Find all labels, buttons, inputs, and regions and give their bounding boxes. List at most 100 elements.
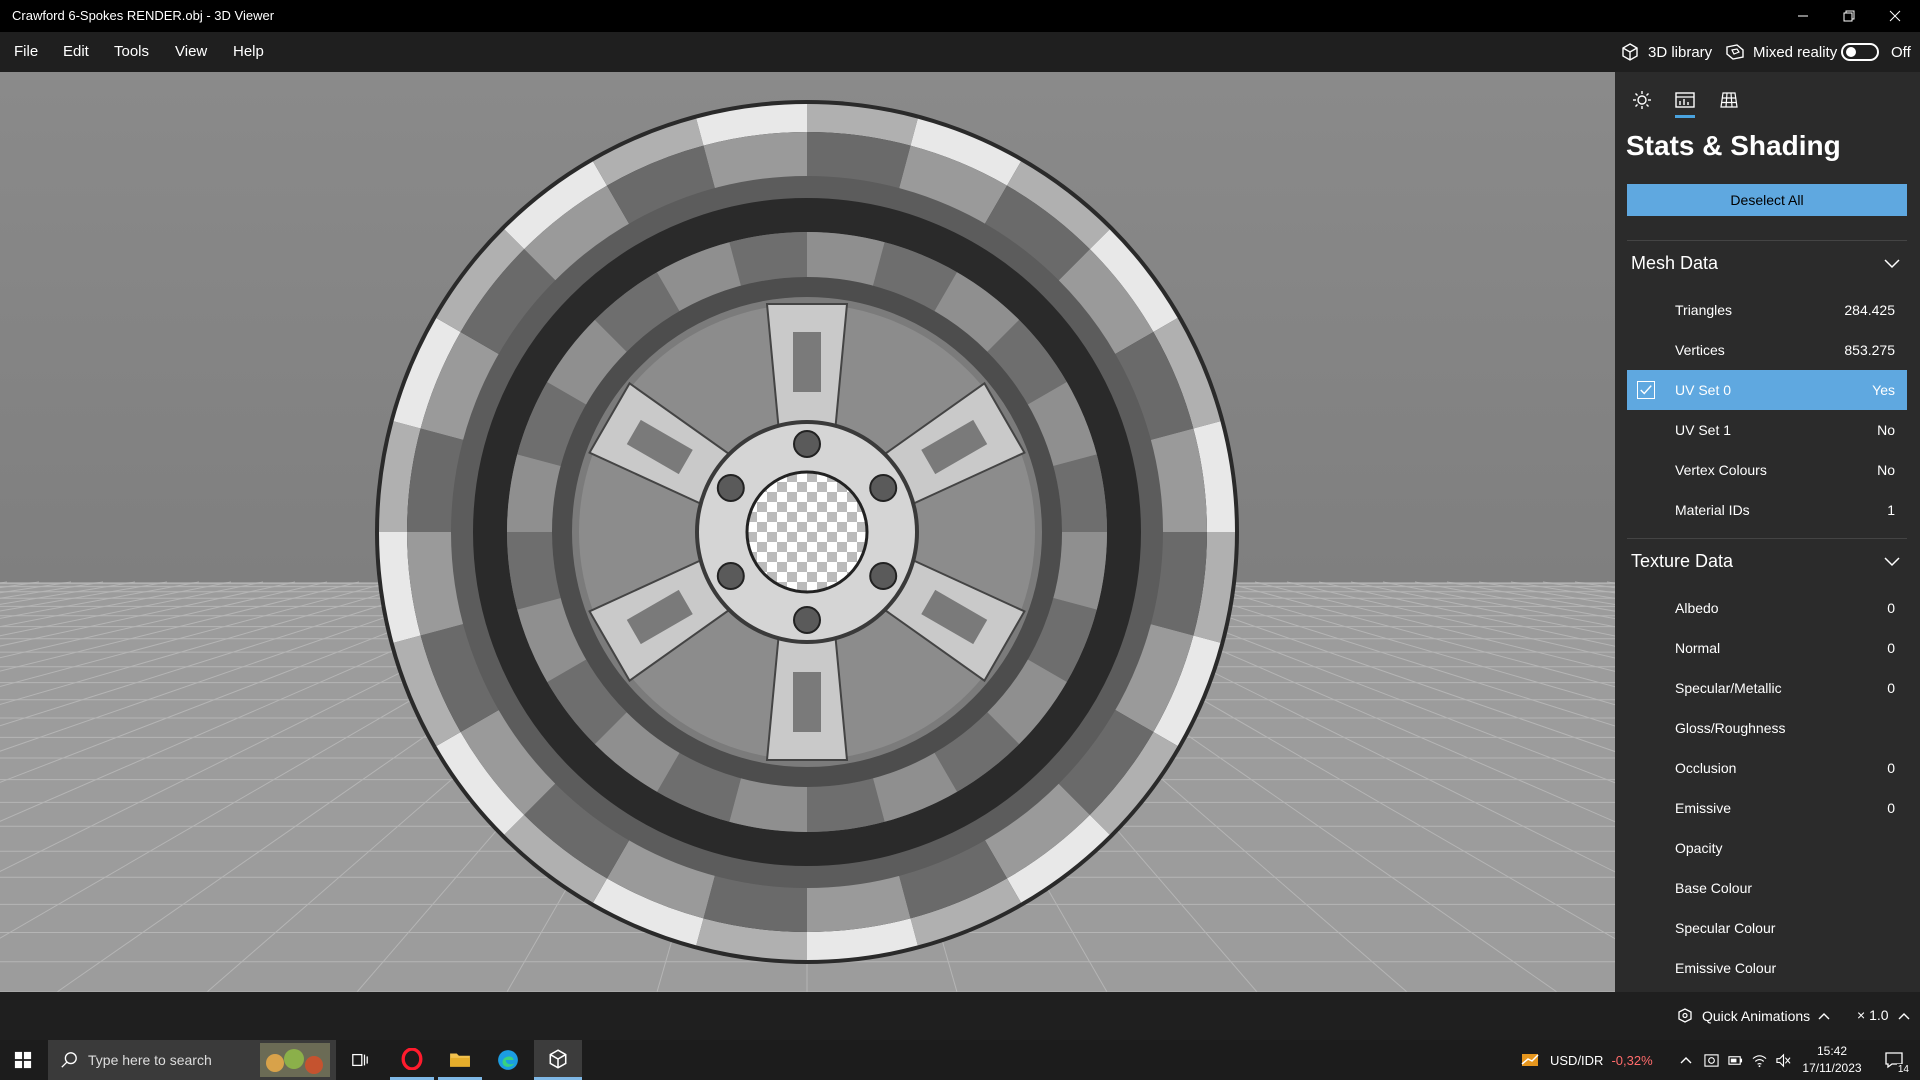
currency-widget[interactable]: USD/IDR -0,32% — [1520, 1040, 1653, 1080]
chevron-down-icon — [1884, 259, 1900, 269]
camera-icon — [1704, 1053, 1719, 1067]
texture-data-header[interactable]: Texture Data — [1615, 539, 1920, 587]
tab-lighting[interactable] — [1622, 82, 1662, 118]
menu-file[interactable]: File — [14, 32, 38, 72]
uv-checkbox[interactable] — [1637, 381, 1655, 399]
row-label: Gloss/Roughness — [1675, 720, 1786, 736]
mixed-reality-button[interactable]: Mixed reality — [1725, 32, 1837, 72]
wheel-render — [0, 100, 1615, 992]
clock-time: 15:42 — [1816, 1044, 1848, 1058]
row-label: UV Set 1 — [1675, 422, 1732, 438]
mesh-row-vertices[interactable]: Vertices 853.275 — [1627, 330, 1907, 370]
texture-row-normal[interactable]: Normal 0 — [1627, 628, 1907, 668]
taskbar-3d-viewer[interactable] — [534, 1040, 582, 1080]
menu-edit[interactable]: Edit — [63, 32, 89, 72]
search-placeholder: Type here to search — [88, 1052, 212, 1068]
close-button[interactable] — [1872, 0, 1918, 32]
wifi-icon — [1752, 1054, 1767, 1067]
notification-count: 14 — [1896, 1064, 1910, 1075]
mesh-row-uv-set-1[interactable]: UV Set 1 No — [1627, 410, 1907, 450]
row-label: Vertex Colours — [1675, 462, 1767, 478]
row-value: 0 — [1887, 800, 1895, 816]
currency-chart-icon — [1521, 1054, 1539, 1066]
taskbar-clock[interactable]: 15:42 17/11/2023 — [1800, 1043, 1864, 1077]
row-label: Triangles — [1675, 302, 1733, 318]
opera-icon — [401, 1047, 423, 1070]
mixed-reality-label: Mixed reality — [1753, 43, 1838, 61]
texture-row-albedo[interactable]: Albedo 0 — [1627, 588, 1907, 628]
tab-grid[interactable] — [1709, 82, 1749, 118]
texture-row-emissive-colour[interactable]: Emissive Colour — [1627, 948, 1907, 988]
tab-stats-shading[interactable] — [1665, 82, 1705, 118]
3d-library-button[interactable]: 3D library — [1620, 32, 1712, 72]
stats-panel: Stats & Shading Deselect All Mesh Data T… — [1615, 72, 1920, 992]
row-value: 0 — [1887, 760, 1895, 776]
row-label: Vertices — [1675, 342, 1725, 358]
row-value: 1 — [1887, 502, 1895, 518]
row-value: No — [1877, 462, 1895, 478]
3d-viewport[interactable] — [0, 72, 1615, 992]
menu-view[interactable]: View — [175, 32, 207, 72]
notifications-button[interactable]: 14 — [1872, 1040, 1916, 1080]
row-label: Occlusion — [1675, 760, 1737, 776]
mesh-row-uv-set-0[interactable]: UV Set 0 Yes — [1627, 370, 1907, 410]
currency-pair: USD/IDR — [1550, 1052, 1604, 1068]
status-bar: Quick Animations × 1.0 — [0, 992, 1920, 1040]
row-label: Normal — [1675, 640, 1721, 656]
system-tray[interactable] — [1680, 1040, 1791, 1080]
search-icon — [61, 1052, 77, 1068]
mesh-row-vertex-colours[interactable]: Vertex Colours No — [1627, 450, 1907, 490]
start-button[interactable] — [0, 1040, 46, 1080]
row-value: 284.425 — [1844, 302, 1895, 318]
cube-icon — [549, 1048, 567, 1069]
quick-animations-label: Quick Animations — [1702, 1008, 1811, 1024]
row-value: 0 — [1887, 680, 1895, 696]
minimize-icon — [1798, 15, 1808, 17]
taskbar-opera[interactable] — [390, 1040, 434, 1080]
mesh-data-header[interactable]: Mesh Data — [1615, 241, 1920, 289]
restore-icon — [1843, 10, 1855, 22]
menu-tools[interactable]: Tools — [114, 32, 149, 72]
mesh-data-label: Mesh Data — [1631, 253, 1719, 273]
texture-row-base-colour[interactable]: Base Colour — [1627, 868, 1907, 908]
taskbar-file-explorer[interactable] — [438, 1040, 482, 1080]
minimize-button[interactable] — [1780, 0, 1826, 32]
folder-icon — [450, 1053, 470, 1067]
toggle-state-label: Off — [1891, 43, 1911, 61]
texture-row-specular-colour[interactable]: Specular Colour — [1627, 908, 1907, 948]
texture-row-gloss-roughness[interactable]: Gloss/Roughness — [1627, 708, 1907, 748]
row-label: Opacity — [1675, 840, 1723, 856]
mesh-row-material-ids[interactable]: Material IDs 1 — [1627, 490, 1907, 530]
texture-row-specular-metallic[interactable]: Specular/Metallic 0 — [1627, 668, 1907, 708]
row-value: Yes — [1872, 382, 1895, 398]
stats-icon — [1675, 92, 1695, 108]
menu-help[interactable]: Help — [233, 32, 264, 72]
taskbar-edge[interactable] — [486, 1040, 530, 1080]
taskbar: Type here to search USD/IDR -0,32% 15:42… — [0, 1040, 1920, 1080]
taskbar-search[interactable]: Type here to search — [48, 1040, 336, 1080]
mixed-reality-toggle[interactable] — [1841, 43, 1879, 61]
texture-row-emissive[interactable]: Emissive 0 — [1627, 788, 1907, 828]
speed-value: × 1.0 — [1857, 1007, 1889, 1023]
close-icon — [1889, 10, 1901, 22]
texture-row-opacity[interactable]: Opacity — [1627, 828, 1907, 868]
speed-control[interactable]: × 1.0 — [1857, 1007, 1910, 1023]
task-view-icon — [352, 1053, 368, 1067]
texture-row-occlusion[interactable]: Occlusion 0 — [1627, 748, 1907, 788]
mesh-row-triangles[interactable]: Triangles 284.425 — [1627, 290, 1907, 330]
volume-muted-icon — [1776, 1053, 1791, 1067]
window-title: Crawford 6-Spokes RENDER.obj - 3D Viewer — [12, 8, 275, 23]
deselect-all-button[interactable]: Deselect All — [1627, 184, 1907, 216]
currency-change: -0,32% — [1611, 1052, 1653, 1068]
row-label: UV Set 0 — [1675, 382, 1732, 398]
title-bar: Crawford 6-Spokes RENDER.obj - 3D Viewer — [0, 0, 1920, 32]
chevron-up-icon — [1818, 1013, 1830, 1020]
restore-button[interactable] — [1826, 0, 1872, 32]
task-view-button[interactable] — [340, 1040, 380, 1080]
panel-title: Stats & Shading — [1626, 130, 1841, 161]
row-label: Material IDs — [1675, 502, 1750, 518]
texture-data-label: Texture Data — [1631, 551, 1734, 571]
quick-animations-button[interactable]: Quick Animations — [1676, 992, 1838, 1040]
grid-icon — [1720, 92, 1738, 108]
chevron-down-icon — [1884, 557, 1900, 567]
